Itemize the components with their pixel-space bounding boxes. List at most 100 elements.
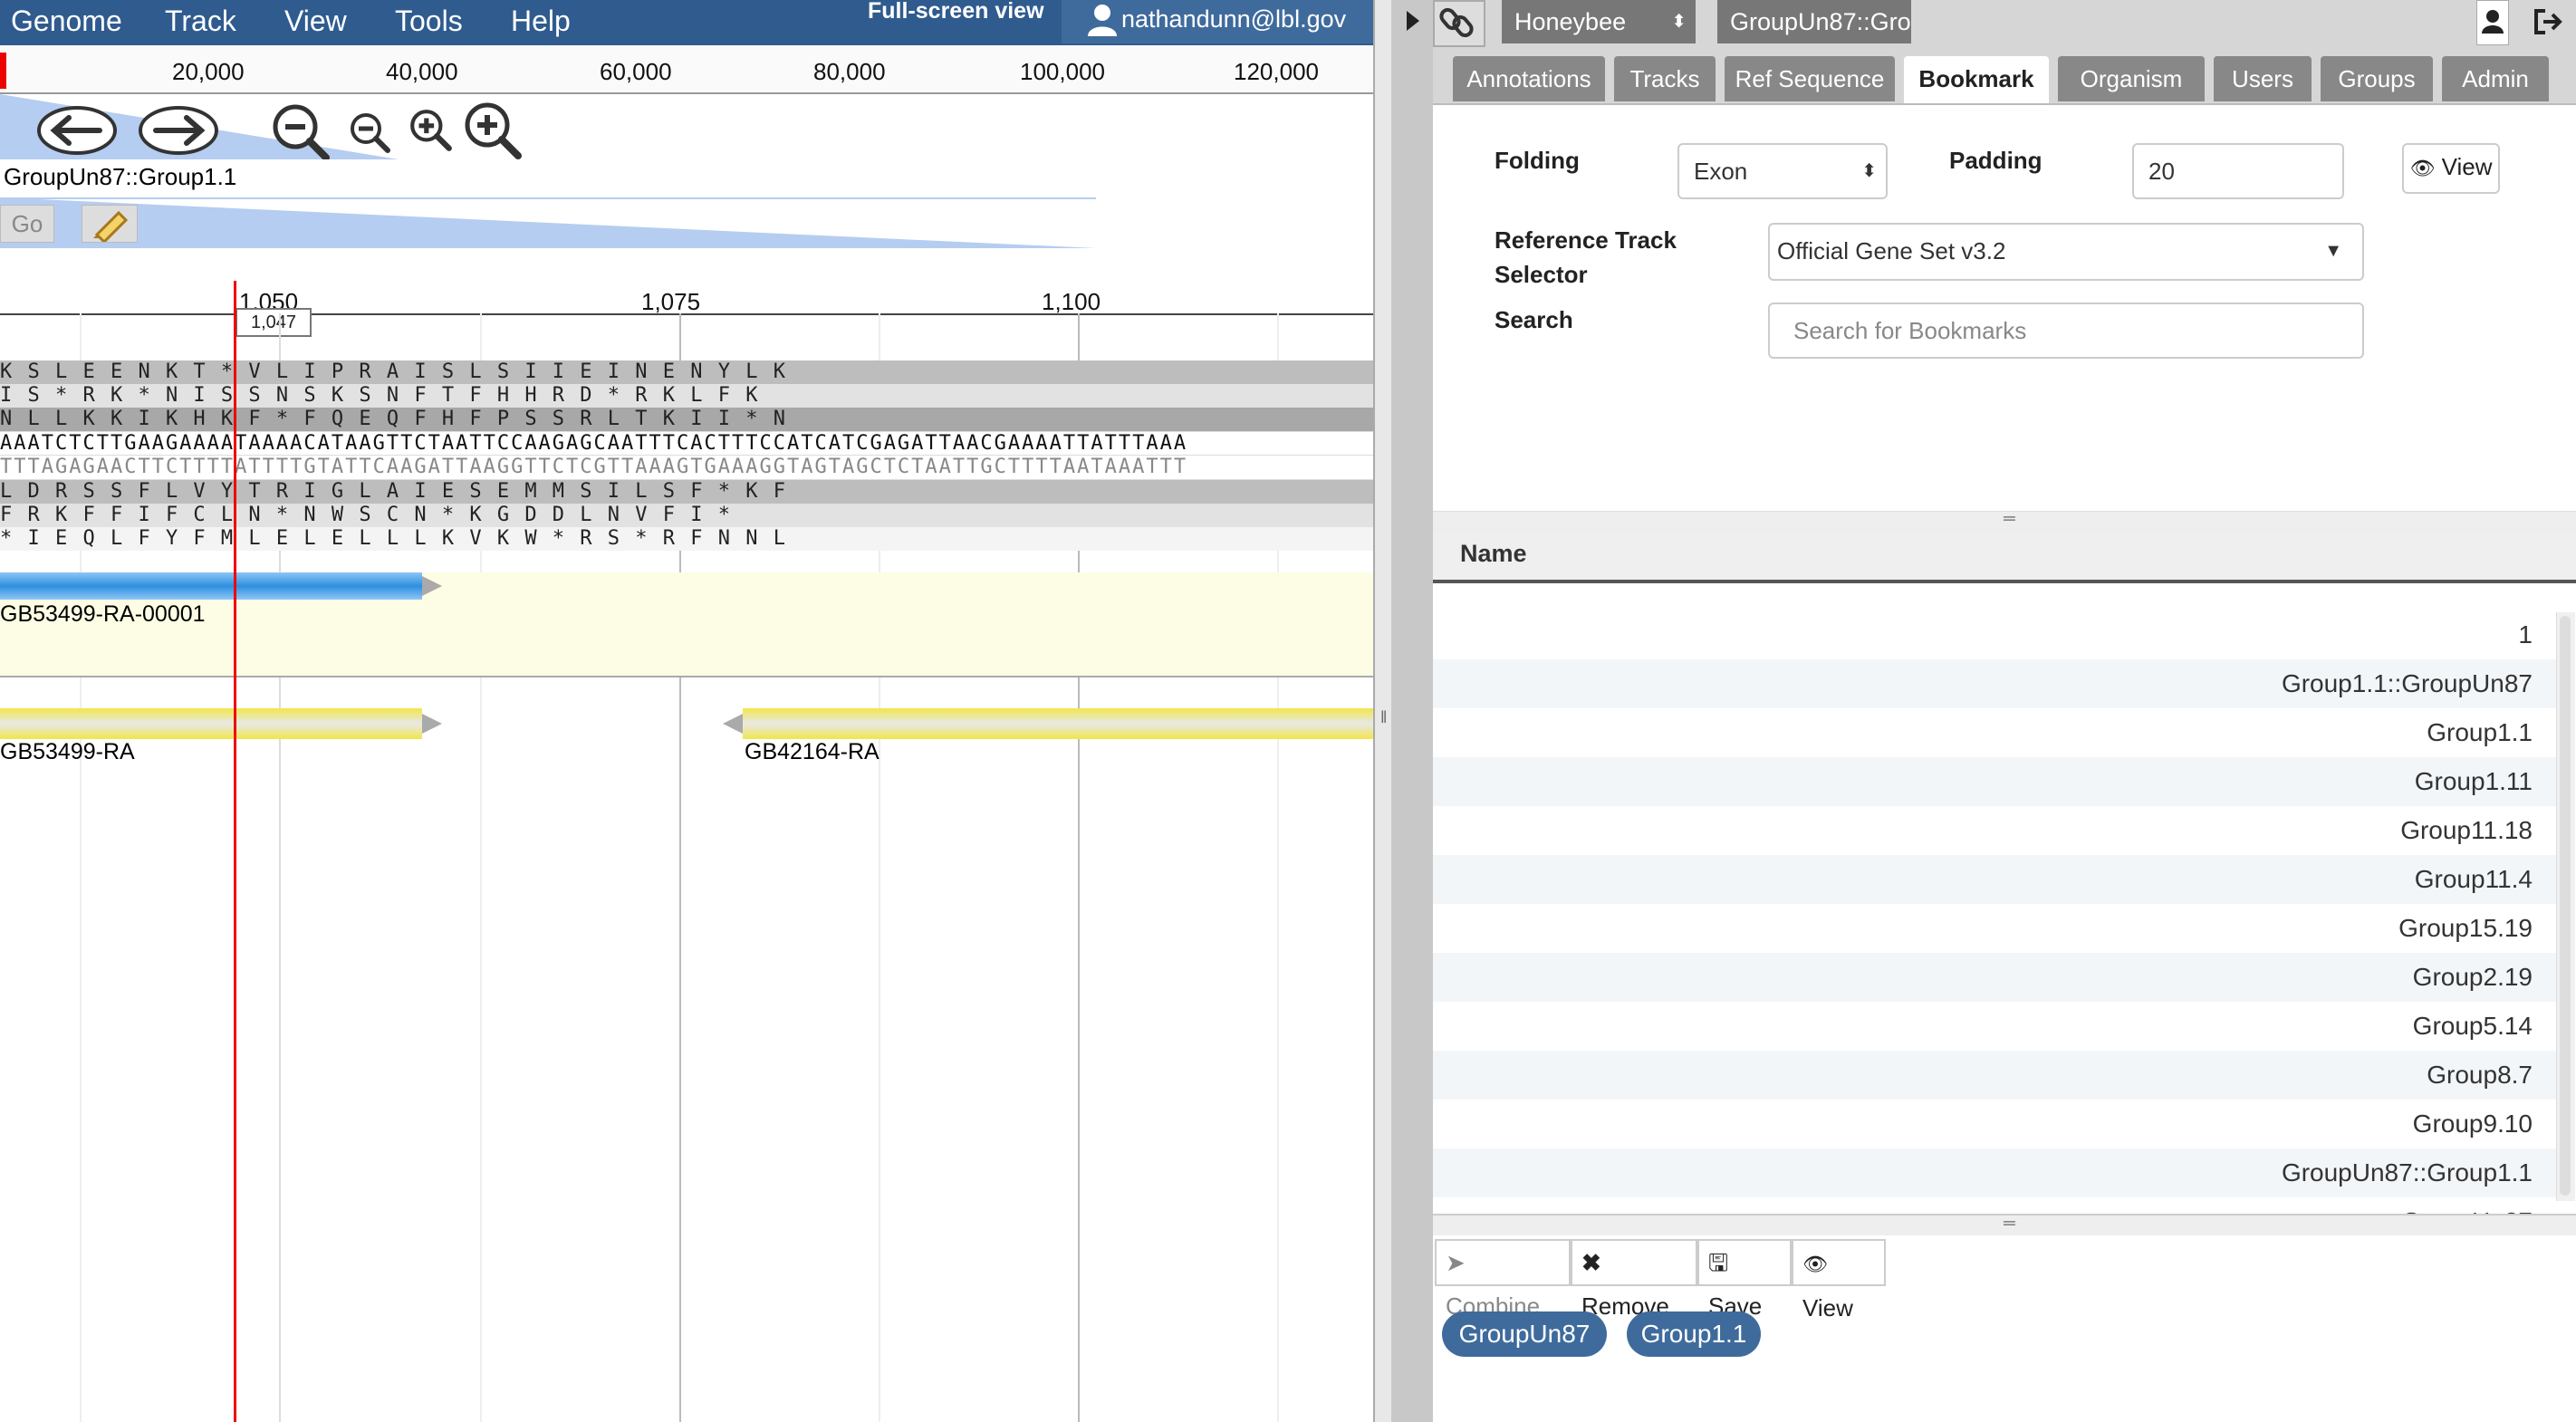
menu-tools[interactable]: Tools bbox=[395, 5, 463, 38]
feature-strand-arrow bbox=[723, 714, 743, 734]
arrow-left-icon[interactable] bbox=[36, 105, 118, 156]
overview-tick: 40,000 bbox=[386, 58, 458, 85]
fullscreen-view-link[interactable]: Full-screen view bbox=[868, 0, 1044, 24]
link-icon bbox=[1439, 7, 1474, 38]
combine-button[interactable]: ➤ Combine bbox=[1435, 1239, 1571, 1320]
overview-tick: 60,000 bbox=[600, 58, 672, 85]
eye-icon: 👁 bbox=[1802, 1253, 1828, 1275]
tab-annotations[interactable]: Annotations bbox=[1453, 56, 1605, 101]
view-bookmark-button[interactable]: 👁 View bbox=[2402, 143, 2500, 194]
padding-input[interactable]: 20 bbox=[2132, 143, 2344, 199]
zoom-in-large-icon[interactable] bbox=[462, 100, 524, 161]
user-profile-button[interactable] bbox=[2476, 0, 2509, 45]
organism-select[interactable]: Honeybee ⬍ bbox=[1502, 0, 1696, 43]
list-item[interactable]: Group9.10 bbox=[1433, 1100, 2556, 1148]
location-box[interactable]: GroupUn87::Group1.1 bbox=[4, 163, 236, 191]
list-item[interactable]: GroupUn87::Group1.1 bbox=[1433, 1148, 2556, 1197]
folding-select-value: Exon bbox=[1694, 158, 1748, 185]
zoom-out-small-icon[interactable] bbox=[348, 110, 393, 156]
dna-forward-strand: AAATCTCTTGAAGAAAATAAAACATAAGTTCTAATTCCAA… bbox=[0, 431, 1373, 456]
search-placeholder: Search for Bookmarks bbox=[1793, 317, 2027, 344]
arrow-right-icon[interactable] bbox=[138, 105, 219, 156]
menu-genome[interactable]: Genome bbox=[11, 5, 122, 38]
overview-position-marker[interactable] bbox=[0, 53, 6, 89]
overview-tick: 80,000 bbox=[813, 58, 886, 85]
menu-help[interactable]: Help bbox=[511, 5, 571, 38]
bookmark-list: 1 Group1.1::GroupUn87 Group1.1 Group1.11… bbox=[1433, 583, 2556, 1214]
search-bookmarks-input[interactable]: Search for Bookmarks bbox=[1768, 303, 2364, 359]
overview-tick: 100,000 bbox=[1020, 58, 1105, 85]
reference-track-label-line2: Selector bbox=[1495, 261, 1588, 288]
menu-track[interactable]: Track bbox=[165, 5, 236, 38]
gene-feature[interactable] bbox=[0, 708, 422, 739]
tab-tracks[interactable]: Tracks bbox=[1614, 56, 1716, 101]
list-item[interactable]: Group1.1 bbox=[1433, 708, 2556, 757]
tab-bookmark[interactable]: Bookmark bbox=[1904, 56, 2049, 103]
send-icon: ➤ bbox=[1446, 1249, 1466, 1276]
remove-button[interactable]: ✖ Remove bbox=[1571, 1239, 1697, 1320]
dna-reverse-strand: TTTAGAGAACTTCTTTTATTTTGTATTCAAGATTAAGGTT… bbox=[0, 455, 1373, 480]
view-button[interactable]: 👁 View bbox=[1792, 1239, 1886, 1321]
tab-ref-sequence[interactable]: Ref Sequence bbox=[1725, 56, 1895, 101]
list-item[interactable]: GroupUn87 bbox=[1433, 1197, 2556, 1214]
close-icon: ✖ bbox=[1581, 1249, 1601, 1276]
splitter-grip-icon: ═ bbox=[2004, 1214, 2015, 1232]
tab-admin[interactable]: Admin bbox=[2442, 56, 2549, 101]
zoom-in-small-icon[interactable] bbox=[408, 107, 455, 154]
select-arrows-icon: ⬍ bbox=[1861, 161, 1877, 181]
highlighter-icon bbox=[93, 210, 129, 245]
folding-select[interactable]: Exon ⬍ bbox=[1677, 143, 1888, 199]
caret-right-icon bbox=[1407, 11, 1419, 31]
overview-tick: 120,000 bbox=[1234, 58, 1319, 85]
sequence-select[interactable]: GroupUn87::Grou bbox=[1717, 0, 1911, 43]
organism-select-value: Honeybee bbox=[1514, 8, 1627, 35]
logout-icon[interactable] bbox=[2531, 5, 2563, 38]
feature-strand-arrow bbox=[422, 576, 442, 596]
splitter-grip-icon: ‖ bbox=[1380, 708, 1388, 726]
padding-label: Padding bbox=[1949, 147, 2043, 174]
save-button[interactable]: 🖫 Save bbox=[1697, 1239, 1792, 1320]
gene-feature[interactable] bbox=[743, 708, 1373, 739]
feature-strand-arrow bbox=[422, 714, 442, 734]
go-button[interactable]: Go bbox=[0, 205, 54, 243]
gene-feature-label: GB42164-RA bbox=[745, 739, 879, 764]
list-item[interactable]: Group15.19 bbox=[1433, 904, 2556, 953]
tab-users[interactable]: Users bbox=[2214, 56, 2312, 101]
list-item[interactable]: Group8.7 bbox=[1433, 1051, 2556, 1100]
highlight-button[interactable] bbox=[82, 205, 138, 245]
collapse-panel-button[interactable] bbox=[1391, 0, 1433, 43]
tab-organism[interactable]: Organism bbox=[2058, 56, 2205, 101]
list-item[interactable]: Group2.19 bbox=[1433, 953, 2556, 1002]
cursor-position-box: 1,047 bbox=[235, 308, 312, 337]
annotation-feature-label: GB53499-RA-00001 bbox=[0, 601, 206, 627]
list-item[interactable]: Group5.14 bbox=[1433, 1002, 2556, 1051]
bookmark-list-header[interactable] bbox=[1433, 531, 2576, 583]
ruler-tick: 1,100 bbox=[1042, 288, 1101, 315]
menu-view[interactable]: View bbox=[284, 5, 347, 38]
reference-track-label: Reference Track bbox=[1495, 226, 1677, 254]
user-email: nathandunn@lbl.gov bbox=[1121, 5, 1347, 33]
view-button-label: View bbox=[2441, 153, 2493, 180]
selected-bookmark-pill[interactable]: Group1.1 bbox=[1627, 1312, 1761, 1357]
genome-browser-panel: Genome Track View Tools Help Full-screen… bbox=[0, 0, 1373, 1422]
link-button[interactable] bbox=[1433, 0, 1485, 47]
list-scrollbar-thumb[interactable] bbox=[2560, 616, 2571, 1196]
list-item[interactable]: Group11.4 bbox=[1433, 855, 2556, 904]
protein-rev-frame-3: * I E Q L F Y F M L E L E L L L K V K W … bbox=[0, 527, 1373, 551]
protein-frame-3: N L L K K I K H K F * F Q E Q F H F P S … bbox=[0, 408, 1373, 431]
splitter-grip-icon: ═ bbox=[2004, 509, 2015, 527]
protein-rev-frame-2: F R K F F I F C L N * N W S C N * K G D … bbox=[0, 504, 1373, 527]
select-arrows-icon: ⬍ bbox=[1671, 12, 1687, 32]
list-item[interactable]: Group1.1::GroupUn87 bbox=[1433, 659, 2556, 708]
zoom-out-large-icon[interactable] bbox=[270, 101, 332, 163]
list-item[interactable]: Group11.18 bbox=[1433, 806, 2556, 855]
folding-label: Folding bbox=[1495, 147, 1580, 174]
panel-divider-column bbox=[1391, 0, 1435, 1422]
caret-down-icon: ▼ bbox=[2324, 241, 2342, 261]
annotation-feature[interactable] bbox=[0, 572, 422, 600]
tab-groups[interactable]: Groups bbox=[2321, 56, 2433, 101]
list-item[interactable]: 1 bbox=[1433, 610, 2556, 659]
reference-track-select[interactable]: Official Gene Set v3.2 ▼ bbox=[1768, 223, 2364, 281]
list-item[interactable]: Group1.11 bbox=[1433, 757, 2556, 806]
selected-bookmark-pill[interactable]: GroupUn87 bbox=[1442, 1312, 1607, 1357]
